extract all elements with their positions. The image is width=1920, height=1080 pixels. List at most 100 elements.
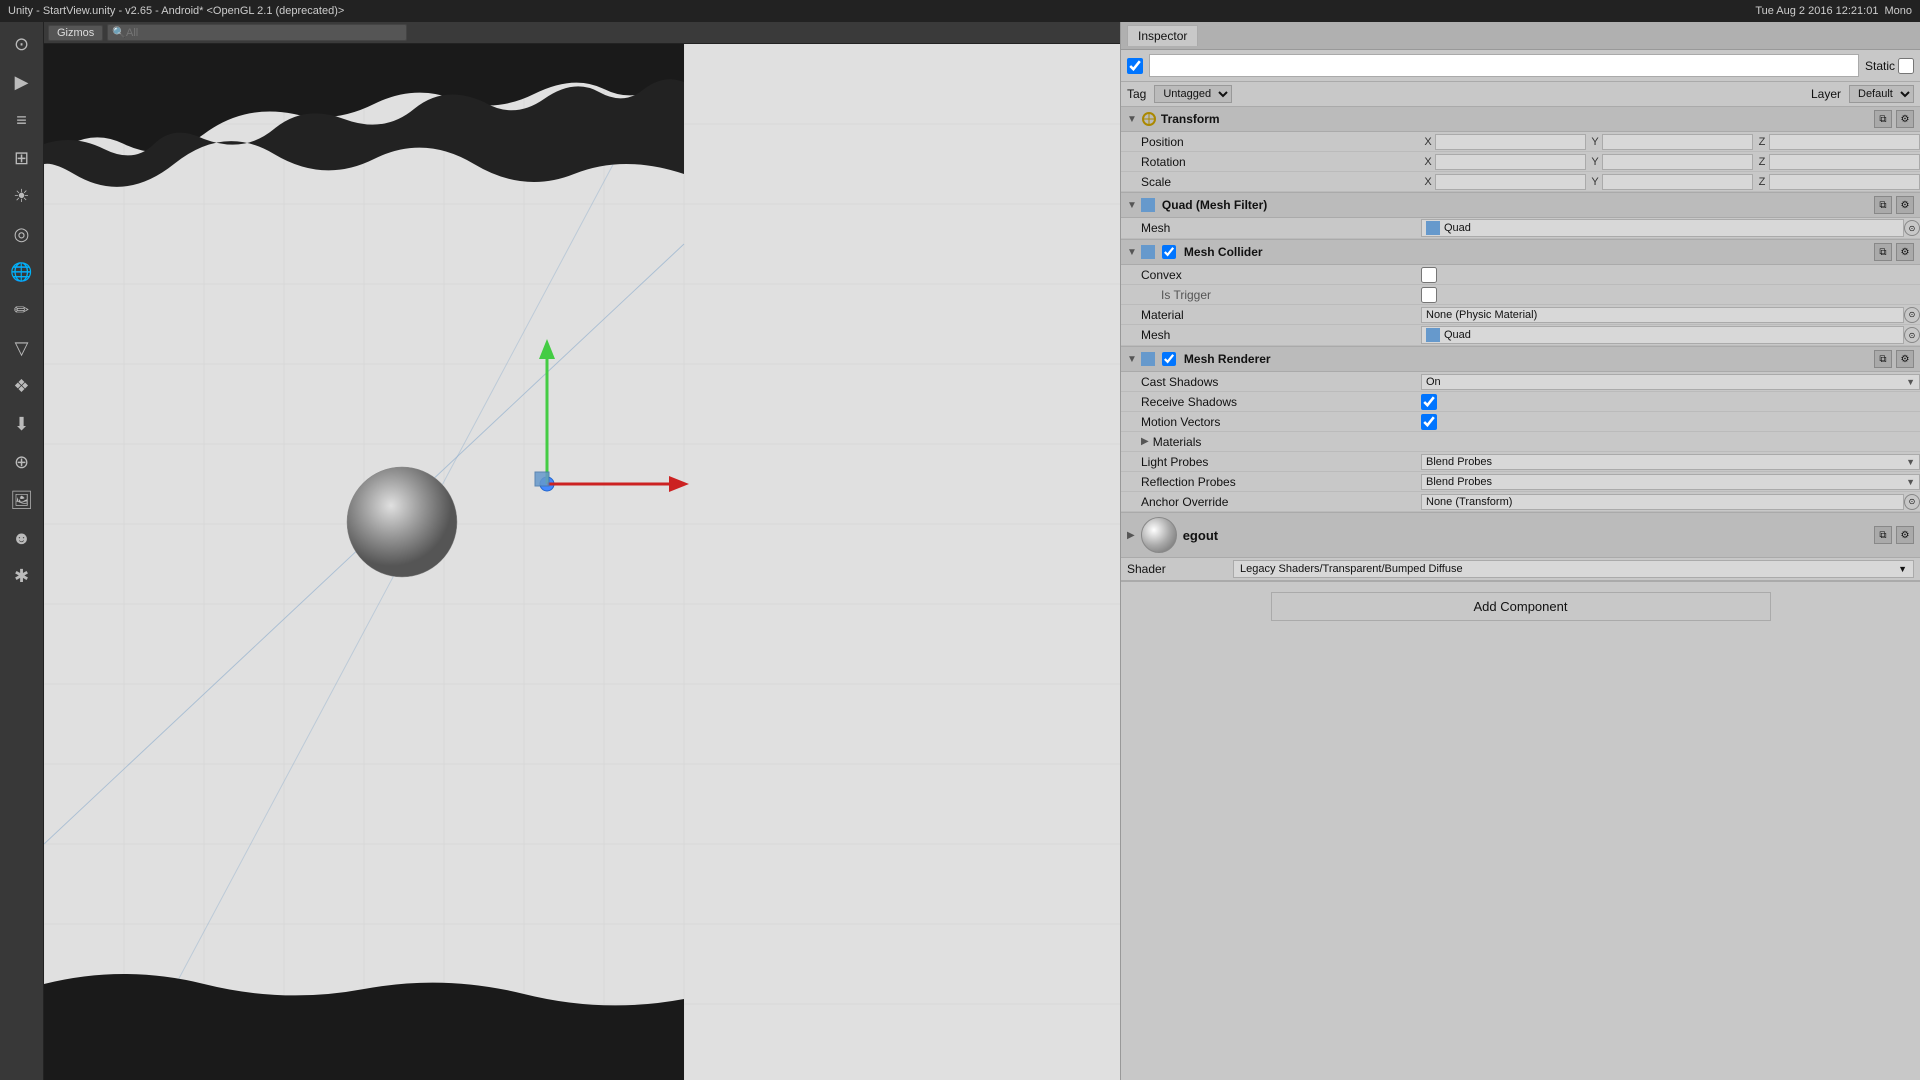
- transform-icon: [1141, 111, 1157, 127]
- mesh-filter-mesh-label: Mesh: [1121, 221, 1421, 235]
- mesh-filter-copy-icon[interactable]: ⧉: [1874, 196, 1892, 214]
- mesh-filter-icon: [1141, 198, 1155, 212]
- gizmos-button[interactable]: Gizmos: [48, 25, 103, 41]
- rotation-x-input[interactable]: 0: [1435, 154, 1586, 170]
- trigger-label: Is Trigger: [1121, 288, 1421, 302]
- object-active-checkbox[interactable]: [1127, 58, 1143, 74]
- sidebar-camera[interactable]: ◎: [4, 216, 40, 252]
- rotation-y-field: Y 0: [1588, 154, 1753, 170]
- light-probes-dropdown[interactable]: Blend Probes ▼: [1421, 454, 1920, 470]
- sidebar-unity-logo[interactable]: ⊙: [4, 26, 40, 62]
- material-copy-icon[interactable]: ⧉: [1874, 526, 1892, 544]
- sidebar-apps[interactable]: ⊞: [4, 140, 40, 176]
- mesh-renderer-icons: ⧉ ⚙: [1874, 350, 1914, 368]
- mesh-filter-mesh-field[interactable]: Quad: [1421, 219, 1904, 237]
- scale-x-input[interactable]: 1: [1435, 174, 1586, 190]
- mesh-filter-header[interactable]: ▼ Quad (Mesh Filter) ⧉ ⚙: [1121, 193, 1920, 218]
- sidebar-gradient[interactable]: ▽: [4, 330, 40, 366]
- convex-value: [1421, 267, 1920, 283]
- materials-expand-arrow[interactable]: ▶: [1141, 436, 1149, 447]
- mesh-renderer-settings-icon[interactable]: ⚙: [1896, 350, 1914, 368]
- static-checkbox[interactable]: [1898, 58, 1914, 74]
- sidebar-brush[interactable]: ✏: [4, 292, 40, 328]
- anchor-override-field[interactable]: None (Transform): [1421, 494, 1904, 510]
- mesh-collider-settings-icon[interactable]: ⚙: [1896, 243, 1914, 261]
- collider-material-target[interactable]: ⊙: [1904, 307, 1920, 323]
- mesh-filter-mesh-target[interactable]: ⊙: [1904, 220, 1920, 236]
- light-probes-label: Light Probes: [1121, 455, 1421, 469]
- scale-z-input[interactable]: 1: [1769, 174, 1920, 190]
- shader-label: Shader: [1127, 562, 1227, 576]
- sidebar-download[interactable]: ⬇: [4, 406, 40, 442]
- reflection-probes-dropdown[interactable]: Blend Probes ▼: [1421, 474, 1920, 490]
- sidebar-hierarchy[interactable]: ≡: [4, 102, 40, 138]
- light-probes-value: Blend Probes ▼: [1421, 454, 1920, 470]
- rotation-fields: X 0 Y 0 Z 0: [1421, 154, 1920, 170]
- sidebar-terminal[interactable]: ▶: [4, 64, 40, 100]
- mesh-filter-settings-icon[interactable]: ⚙: [1896, 196, 1914, 214]
- shader-row: Shader Legacy Shaders/Transparent/Bumped…: [1121, 558, 1920, 581]
- collider-mesh-value: Quad ⊙: [1421, 326, 1920, 344]
- anchor-override-target[interactable]: ⊙: [1904, 494, 1920, 510]
- collider-mesh-target[interactable]: ⊙: [1904, 327, 1920, 343]
- layer-select[interactable]: Default: [1849, 85, 1914, 103]
- tag-select[interactable]: Untagged: [1154, 85, 1232, 103]
- position-z-input[interactable]: 0: [1769, 134, 1920, 150]
- mesh-collider-title: Mesh Collider: [1184, 245, 1263, 259]
- position-x-input[interactable]: -82.905: [1435, 134, 1586, 150]
- shader-dropdown[interactable]: Legacy Shaders/Transparent/Bumped Diffus…: [1233, 560, 1914, 578]
- materials-row: ▶ Materials: [1121, 432, 1920, 452]
- sidebar-photo[interactable]: 🖼: [4, 482, 40, 518]
- position-y-input[interactable]: -0.997: [1602, 134, 1753, 150]
- shader-dropdown-arrow: ▼: [1898, 564, 1907, 574]
- mesh-collider-enabled-checkbox[interactable]: [1162, 245, 1176, 259]
- mesh-renderer-enabled-checkbox[interactable]: [1162, 352, 1176, 366]
- material-expand-arrow[interactable]: ▶: [1127, 530, 1135, 541]
- add-component-button[interactable]: Add Component: [1271, 592, 1771, 621]
- mesh-collider-material-row: Material None (Physic Material) ⊙: [1121, 305, 1920, 325]
- mesh-collider-copy-icon[interactable]: ⧉: [1874, 243, 1892, 261]
- motion-vectors-checkbox[interactable]: [1421, 414, 1437, 430]
- light-probes-row: Light Probes Blend Probes ▼: [1121, 452, 1920, 472]
- cast-shadows-dropdown[interactable]: On ▼: [1421, 374, 1920, 390]
- scale-y-input[interactable]: 1: [1602, 174, 1753, 190]
- rotation-y-input[interactable]: 0: [1602, 154, 1753, 170]
- mesh-renderer-copy-icon[interactable]: ⧉: [1874, 350, 1892, 368]
- object-name-row: Quad Static: [1121, 50, 1920, 82]
- material-settings-icon[interactable]: ⚙: [1896, 526, 1914, 544]
- static-row: Static: [1865, 58, 1914, 74]
- sidebar-puzzle[interactable]: ❖: [4, 368, 40, 404]
- anchor-override-label: Anchor Override: [1121, 495, 1421, 509]
- trigger-checkbox[interactable]: [1421, 287, 1437, 303]
- mesh-collider-header[interactable]: ▼ Mesh Collider ⧉ ⚙: [1121, 240, 1920, 265]
- transform-copy-icon[interactable]: ⧉: [1874, 110, 1892, 128]
- rotation-label: Rotation: [1121, 155, 1421, 169]
- transform-header[interactable]: ▼ Transform ⧉ ⚙: [1121, 107, 1920, 132]
- transform-title: Transform: [1161, 112, 1220, 126]
- position-y-field: Y -0.997: [1588, 134, 1753, 150]
- collider-mesh-field[interactable]: Quad: [1421, 326, 1904, 344]
- convex-label: Convex: [1121, 268, 1421, 282]
- rotation-z-input[interactable]: 0: [1769, 154, 1920, 170]
- titlebar: Unity - StartView.unity - v2.65 - Androi…: [0, 0, 1920, 22]
- main-layout: ⊙ ▶ ≡ ⊞ ☀ ◎ 🌐 ✏ ▽ ❖ ⬇ ⊕ 🖼 ☻ ✱ Gizmos 🔍: [0, 22, 1920, 1080]
- sidebar-light[interactable]: ☀: [4, 178, 40, 214]
- search-input[interactable]: [126, 27, 402, 39]
- collider-material-field[interactable]: None (Physic Material): [1421, 307, 1904, 323]
- inspector-tab[interactable]: Inspector: [1127, 25, 1198, 46]
- mesh-filter-icons: ⧉ ⚙: [1874, 196, 1914, 214]
- mesh-filter-title: Quad (Mesh Filter): [1162, 198, 1267, 212]
- receive-shadows-checkbox[interactable]: [1421, 394, 1437, 410]
- convex-checkbox[interactable]: [1421, 267, 1437, 283]
- viewport[interactable]: [44, 44, 1120, 1080]
- sidebar-face[interactable]: ☻: [4, 520, 40, 556]
- object-name-input[interactable]: Quad: [1149, 54, 1859, 77]
- sidebar-chrome[interactable]: ⊕: [4, 444, 40, 480]
- mesh-renderer-header[interactable]: ▼ Mesh Renderer ⧉ ⚙: [1121, 347, 1920, 372]
- sidebar-globe[interactable]: 🌐: [4, 254, 40, 290]
- sidebar-splatter[interactable]: ✱: [4, 558, 40, 594]
- search-bar[interactable]: 🔍: [107, 24, 407, 41]
- scale-x-field: X 1: [1421, 174, 1586, 190]
- titlebar-time: Tue Aug 2 2016 12:21:01: [1755, 5, 1878, 17]
- transform-settings-icon[interactable]: ⚙: [1896, 110, 1914, 128]
